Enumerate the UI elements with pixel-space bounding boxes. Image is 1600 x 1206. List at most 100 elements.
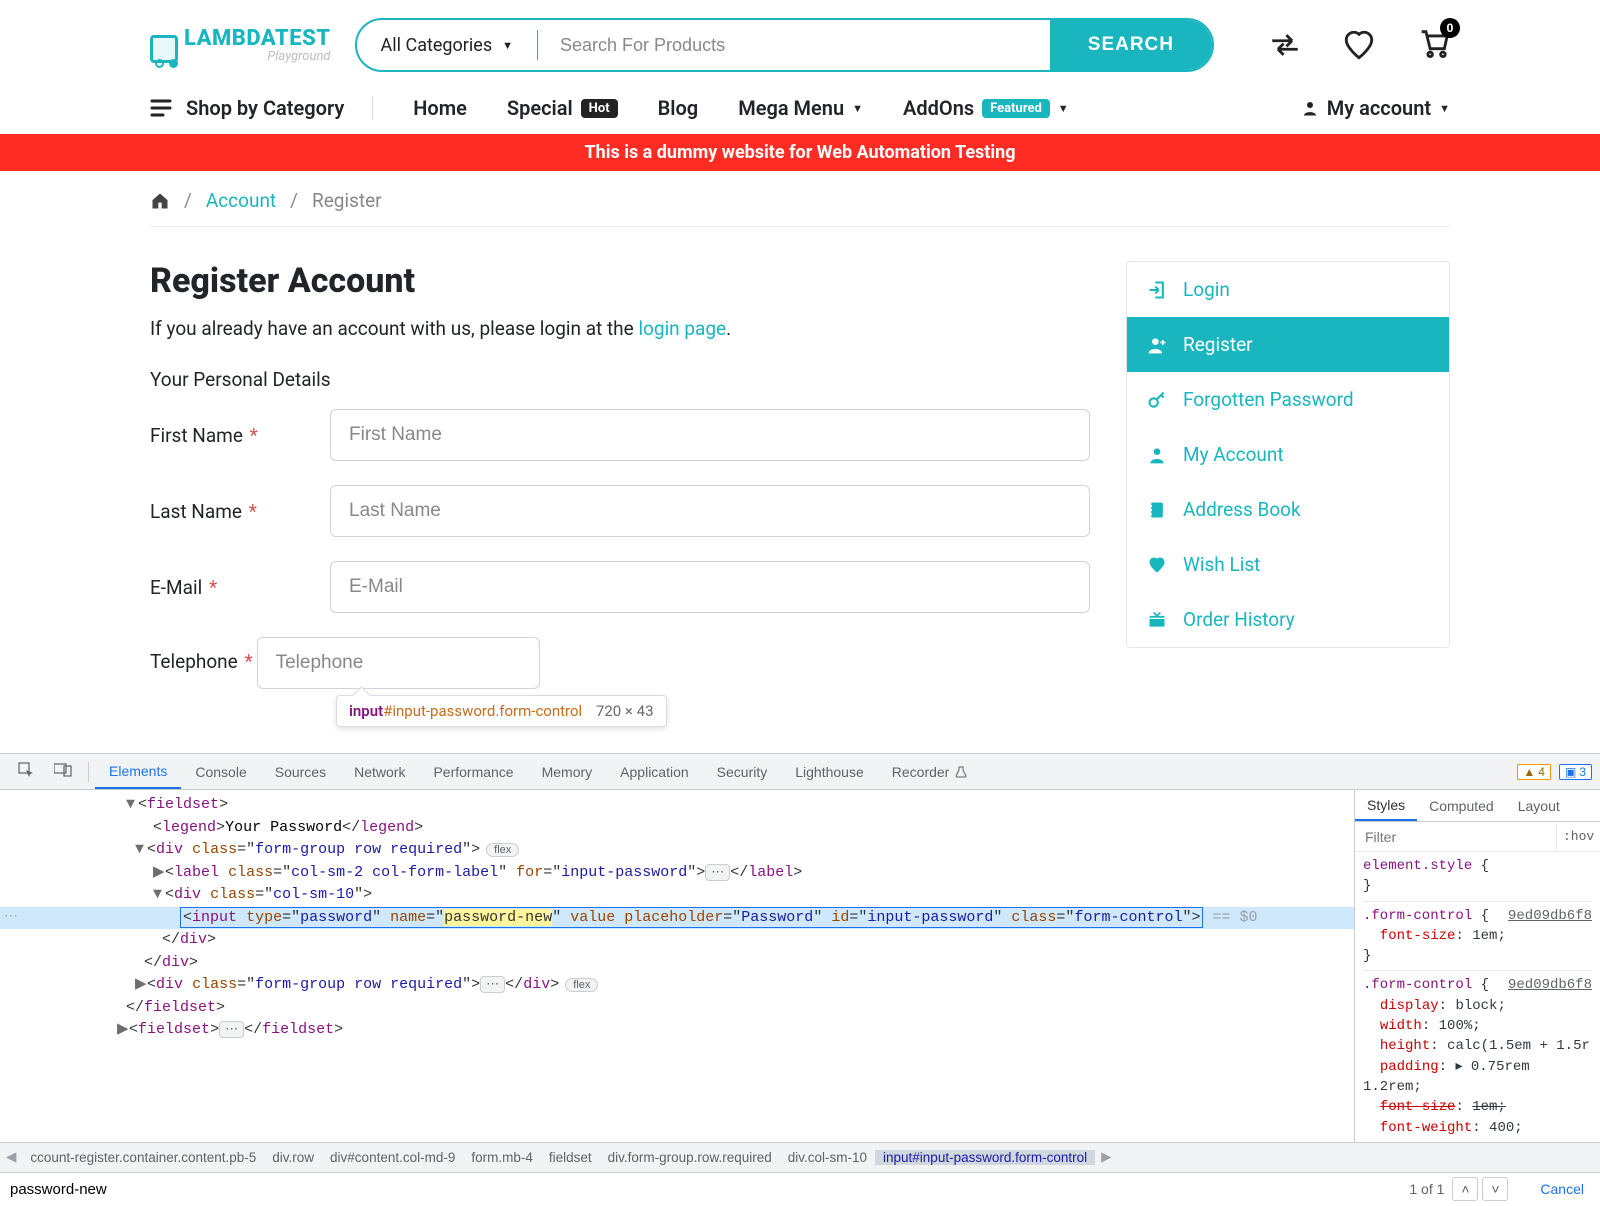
- path-seg[interactable]: div#content.col-md-9: [322, 1150, 463, 1165]
- sidebar-label: Login: [1183, 278, 1230, 301]
- label-telephone: Telephone *: [150, 650, 253, 673]
- tab-elements[interactable]: Elements: [95, 754, 181, 789]
- css-rules[interactable]: element.style { } .form-control { 9ed09d…: [1355, 852, 1600, 1142]
- devtools-tabs: Elements Console Sources Network Perform…: [0, 754, 1600, 790]
- path-seg[interactable]: fieldset: [541, 1150, 600, 1165]
- address-book-icon: [1147, 500, 1167, 520]
- sidebar-item-myaccount[interactable]: My Account: [1127, 427, 1449, 482]
- path-scroll-right[interactable]: ▶: [1095, 1149, 1117, 1165]
- tab-lighthouse[interactable]: Lighthouse: [781, 754, 878, 789]
- nav-special[interactable]: Special Hot: [507, 96, 618, 120]
- highlighted-dom-line[interactable]: ⋯ <input type="password" name="password-…: [0, 907, 1354, 930]
- tab-recorder[interactable]: Recorder: [878, 754, 982, 789]
- find-input[interactable]: [0, 1173, 1401, 1206]
- messages-badge[interactable]: ▣ 3: [1559, 764, 1592, 780]
- tab-sources[interactable]: Sources: [261, 754, 340, 789]
- menu-icon: [150, 99, 172, 117]
- input-email[interactable]: [330, 561, 1090, 613]
- path-seg[interactable]: ccount-register.container.content.pb-5: [22, 1150, 264, 1165]
- devtools-body: ▼<fieldset> <legend>Your Password</legen…: [0, 790, 1600, 1142]
- register-content: Register Account If you already have an …: [150, 261, 1090, 713]
- input-firstname[interactable]: [330, 409, 1090, 461]
- nav-addons[interactable]: AddOns Featured ▼: [903, 96, 1069, 120]
- logo[interactable]: LAMBDATEST Playground: [150, 28, 331, 63]
- nav-my-account[interactable]: My account ▼: [1301, 96, 1450, 120]
- find-prev-button[interactable]: ˄: [1452, 1177, 1478, 1201]
- elements-tree[interactable]: ▼<fieldset> <legend>Your Password</legen…: [0, 790, 1354, 1142]
- label-email: E-Mail *: [150, 576, 330, 599]
- path-seg[interactable]: div.row: [264, 1150, 322, 1165]
- home-icon[interactable]: [150, 191, 170, 211]
- sidebar-item-addressbook[interactable]: Address Book: [1127, 482, 1449, 537]
- nav-home[interactable]: Home: [413, 96, 467, 120]
- nav-blog[interactable]: Blog: [658, 96, 699, 120]
- login-page-link[interactable]: login page: [638, 317, 726, 340]
- search-button[interactable]: SEARCH: [1050, 20, 1212, 70]
- input-lastname[interactable]: [330, 485, 1090, 537]
- logo-cart-icon: [150, 35, 178, 63]
- nav-mega-label: Mega Menu: [738, 96, 844, 120]
- row-email: E-Mail *: [150, 561, 1090, 613]
- key-icon: [1147, 390, 1167, 410]
- sidebar-item-register[interactable]: Register: [1127, 317, 1449, 372]
- path-seg[interactable]: div.col-sm-10: [780, 1150, 875, 1165]
- lead-after: .: [726, 317, 731, 340]
- user-plus-icon: [1147, 335, 1167, 355]
- tab-security[interactable]: Security: [703, 754, 782, 789]
- inspect-icon[interactable]: [8, 762, 44, 781]
- warnings-badge[interactable]: ▲ 4: [1517, 764, 1551, 780]
- styles-filter-input[interactable]: [1355, 829, 1556, 845]
- user-icon: [1301, 99, 1319, 117]
- sidebar-label: Register: [1183, 333, 1253, 356]
- tab-application[interactable]: Application: [606, 754, 703, 789]
- sidebar-label: Wish List: [1183, 553, 1260, 576]
- sidebar-item-forgotten[interactable]: Forgotten Password: [1127, 372, 1449, 427]
- dom-path-bar[interactable]: ◀ ccount-register.container.content.pb-5…: [0, 1142, 1600, 1172]
- tab-performance[interactable]: Performance: [419, 754, 527, 789]
- path-seg[interactable]: form.mb-4: [463, 1150, 541, 1165]
- subtab-computed[interactable]: Computed: [1417, 790, 1506, 821]
- login-icon: [1147, 280, 1167, 300]
- hot-badge: Hot: [581, 99, 618, 118]
- hov-toggle[interactable]: :hov: [1556, 822, 1600, 851]
- shop-by-category[interactable]: Shop by Category: [150, 96, 373, 120]
- sidebar-item-wishlist[interactable]: Wish List: [1127, 537, 1449, 592]
- subtab-styles[interactable]: Styles: [1355, 790, 1417, 821]
- find-count: 1 of 1: [1401, 1181, 1452, 1197]
- subtab-layout[interactable]: Layout: [1506, 790, 1572, 821]
- find-next-button[interactable]: ˅: [1482, 1177, 1508, 1201]
- device-toggle-icon[interactable]: [44, 763, 82, 780]
- account-sidebar: Login Register Forgotten Password My Acc…: [1126, 261, 1450, 648]
- sidebar-item-login[interactable]: Login: [1127, 262, 1449, 317]
- compare-icon[interactable]: [1268, 28, 1302, 62]
- breadcrumb-account[interactable]: Account: [206, 189, 276, 212]
- tab-network[interactable]: Network: [340, 754, 419, 789]
- chevron-down-icon: ▼: [502, 39, 513, 52]
- devtools-panel: Elements Console Sources Network Perform…: [0, 753, 1600, 1206]
- heart-icon[interactable]: [1342, 28, 1376, 62]
- chevron-down-icon: ▼: [852, 102, 863, 115]
- main-nav: Shop by Category Home Special Hot Blog M…: [0, 82, 1600, 134]
- cart-button[interactable]: 0: [1416, 26, 1450, 64]
- path-seg[interactable]: div.form-group.row.required: [600, 1150, 780, 1165]
- search-category-dropdown[interactable]: All Categories ▼: [357, 20, 537, 70]
- elements-find-bar: 1 of 1 ˄ ˅ Cancel: [0, 1172, 1600, 1206]
- tab-memory[interactable]: Memory: [528, 754, 607, 789]
- nav-blog-label: Blog: [658, 96, 699, 120]
- input-telephone[interactable]: [257, 637, 540, 689]
- logo-subtitle: Playground: [184, 50, 331, 63]
- search-category-label: All Categories: [381, 35, 493, 56]
- find-cancel-button[interactable]: Cancel: [1524, 1181, 1600, 1197]
- styles-panel: Styles Computed Layout :hov .cls element…: [1354, 790, 1600, 1142]
- styles-filter-row: :hov .cls: [1355, 822, 1600, 852]
- nav-mega-menu[interactable]: Mega Menu ▼: [738, 96, 863, 120]
- section-legend: Your Personal Details: [150, 368, 1090, 391]
- sidebar-item-orderhistory[interactable]: Order History: [1127, 592, 1449, 647]
- breadcrumb-sep: /: [290, 189, 298, 212]
- tab-console[interactable]: Console: [181, 754, 260, 789]
- path-seg-active[interactable]: input#input-password.form-control: [875, 1150, 1095, 1165]
- logo-name: LAMBDATEST: [184, 28, 331, 50]
- search-input[interactable]: [538, 20, 1050, 70]
- divider: [88, 762, 89, 782]
- path-scroll-left[interactable]: ◀: [0, 1149, 22, 1165]
